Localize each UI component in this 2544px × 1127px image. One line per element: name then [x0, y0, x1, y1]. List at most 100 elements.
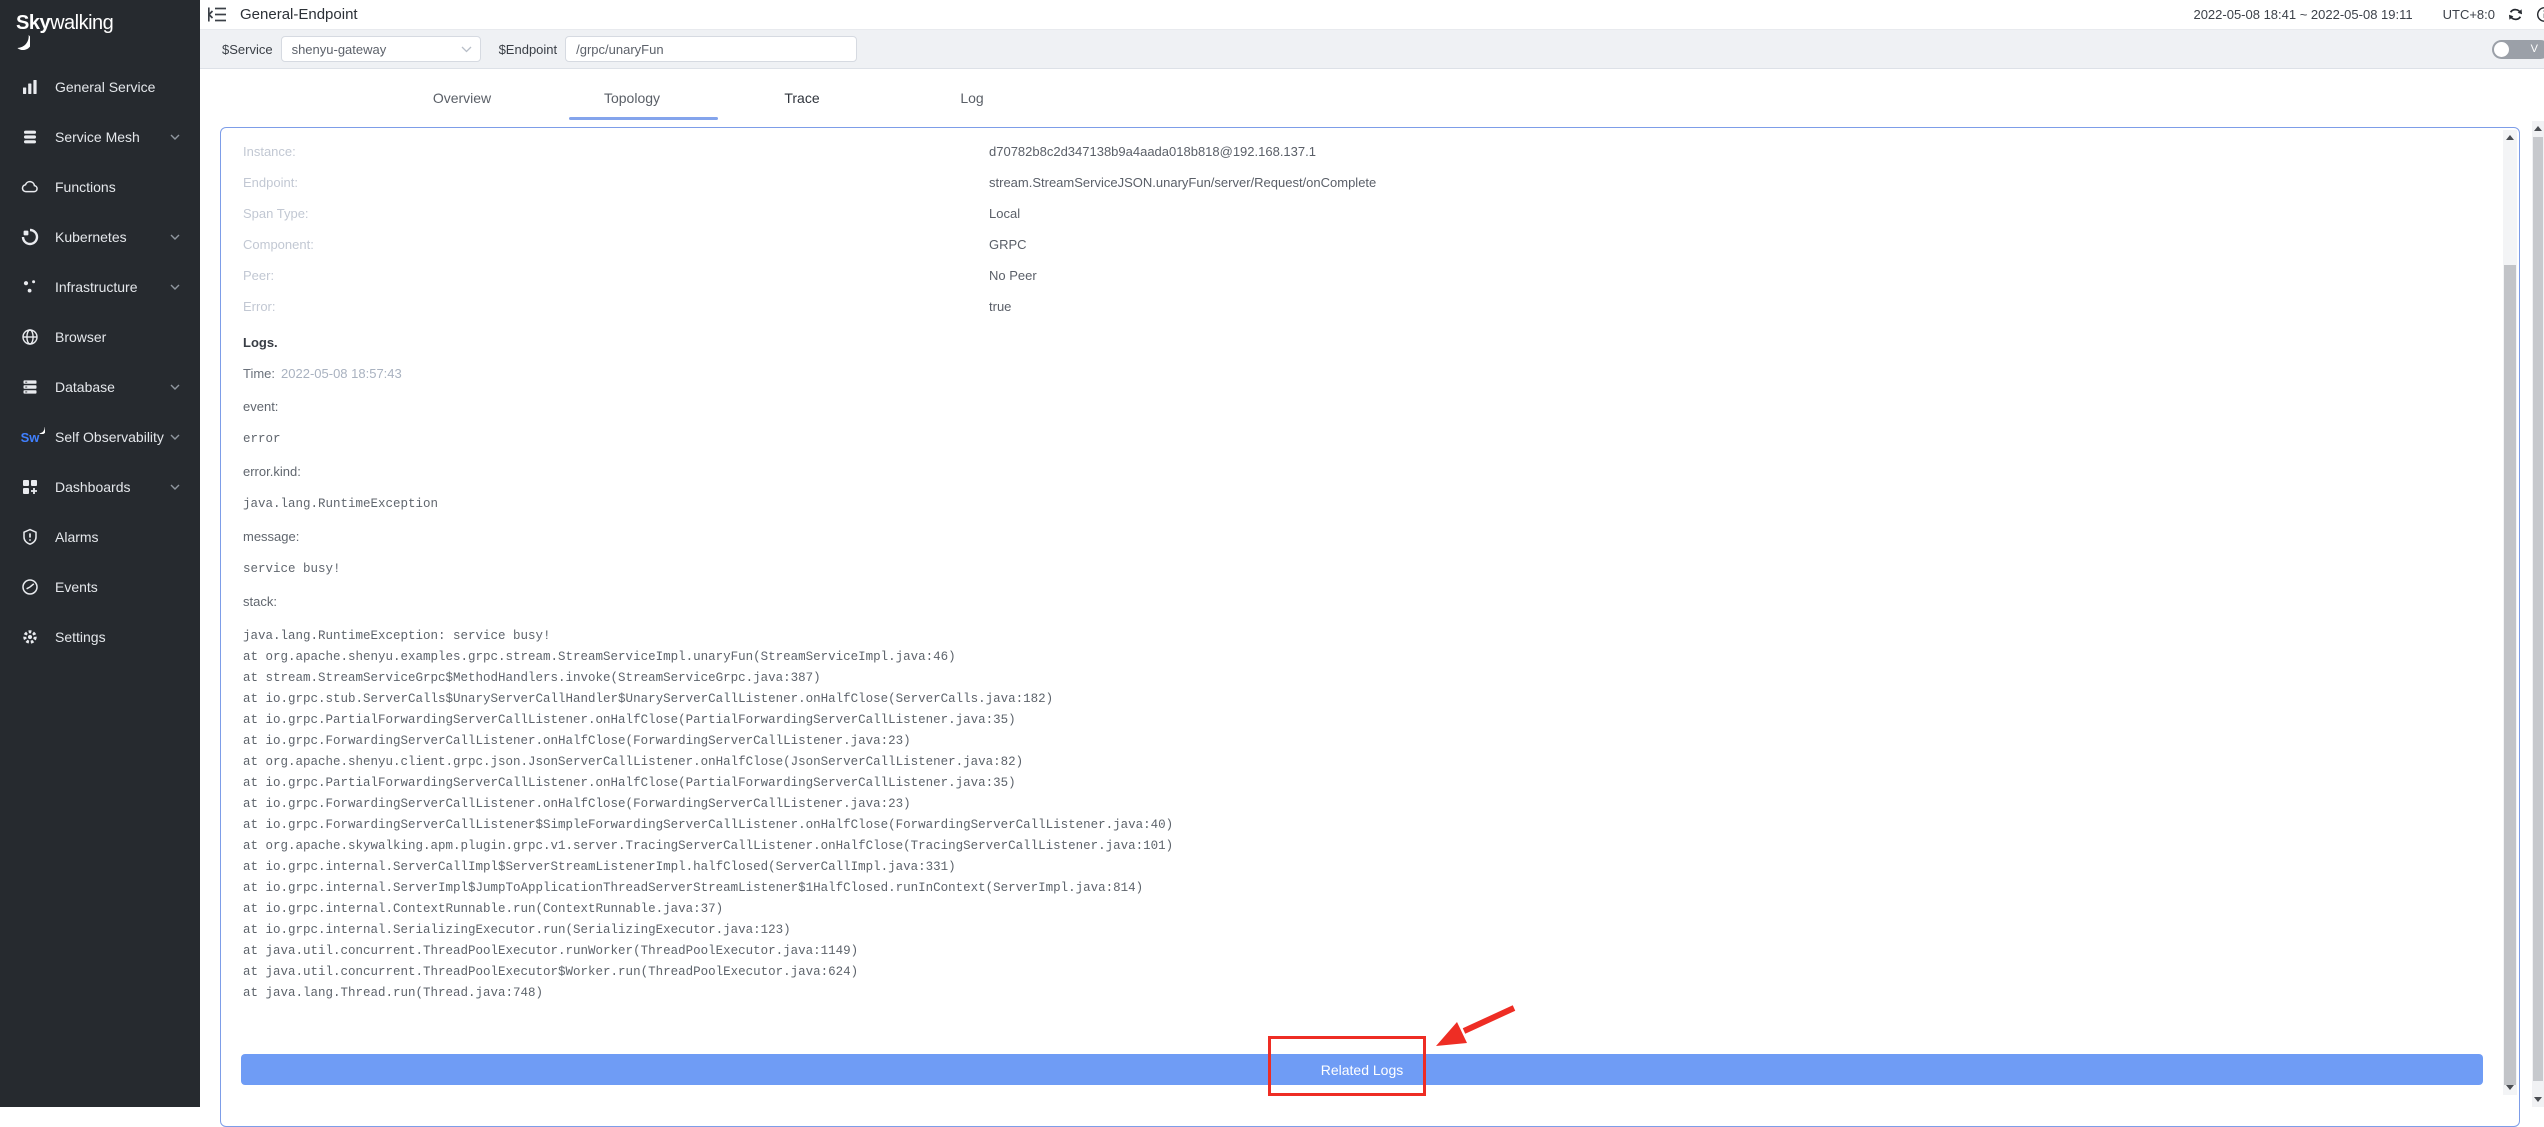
- field-label: Peer:: [243, 268, 989, 283]
- info-icon[interactable]: [2536, 6, 2544, 23]
- view-toggle[interactable]: V: [2492, 40, 2544, 59]
- time-range[interactable]: 2022-05-08 18:41 ~ 2022-05-08 19:11: [2193, 7, 2412, 22]
- sidebar-fold-icon[interactable]: [208, 7, 228, 23]
- stack-line: at org.apache.skywalking.apm.plugin.grpc…: [243, 836, 2459, 857]
- tab-log[interactable]: Log: [887, 69, 1057, 127]
- timezone[interactable]: UTC+8:0: [2443, 7, 2495, 22]
- log-entry-value: error: [243, 423, 2459, 455]
- chevron-down-icon: [170, 234, 180, 240]
- panel-scrollbar[interactable]: [2503, 130, 2517, 1095]
- scrollbar-thumb[interactable]: [2504, 265, 2516, 1085]
- sidebar-item-label: Events: [55, 579, 98, 595]
- database-icon: [20, 377, 40, 397]
- field-value: No Peer: [989, 268, 1037, 283]
- log-entry-value: service busy!: [243, 553, 2459, 585]
- log-entry-label: message:: [243, 520, 2459, 553]
- field-value: d70782b8c2d347138b9a4aada018b818@192.168…: [989, 144, 1316, 159]
- field-row-peer: Peer: No Peer: [243, 260, 2459, 291]
- scroll-down-button[interactable]: [2503, 1080, 2517, 1095]
- stack-line: at io.grpc.internal.ContextRunnable.run(…: [243, 899, 2459, 920]
- sidebar-item-label: Self Observability: [55, 429, 164, 445]
- sidebar-item-infrastructure[interactable]: Infrastructure: [0, 262, 200, 312]
- toggle-label: V: [2531, 43, 2538, 55]
- stack-line: at java.lang.Thread.run(Thread.java:748): [243, 983, 2459, 1004]
- sidebar-item-functions[interactable]: Functions: [0, 162, 200, 212]
- sidebar-nav: General Service Service Mesh Functions K…: [0, 62, 200, 662]
- variables-toolbar: $Service shenyu-gateway $Endpoint V: [200, 30, 2544, 69]
- dashboard-tabs: Overview Topology Trace Log: [200, 69, 2544, 127]
- sidebar-item-label: General Service: [55, 79, 155, 95]
- sidebar-item-service-mesh[interactable]: Service Mesh: [0, 112, 200, 162]
- stack-line: at java.util.concurrent.ThreadPoolExecut…: [243, 962, 2459, 983]
- stack-trace: java.lang.RuntimeException: service busy…: [243, 626, 2459, 1004]
- field-value: Local: [989, 206, 1020, 221]
- logo-text-secondary: walking: [50, 12, 113, 34]
- stack-line: at io.grpc.internal.SerializingExecutor.…: [243, 920, 2459, 941]
- sidebar-item-browser[interactable]: Browser: [0, 312, 200, 362]
- gear-icon: [20, 627, 40, 647]
- chevron-down-icon: [461, 46, 472, 53]
- sidebar-item-general-service[interactable]: General Service: [0, 62, 200, 112]
- layers-icon: [20, 127, 40, 147]
- sidebar-item-label: Dashboards: [55, 479, 131, 495]
- service-variable-label: $Service: [222, 42, 273, 57]
- sidebar-item-alarms[interactable]: Alarms: [0, 512, 200, 562]
- page-scrollbar[interactable]: [2532, 121, 2544, 1107]
- field-row-span-type: Span Type: Local: [243, 198, 2459, 229]
- logo-text-primary: Sky: [16, 12, 50, 34]
- sidebar-item-dashboards[interactable]: Dashboards: [0, 462, 200, 512]
- skywalking-logo: Skywalking: [0, 0, 200, 50]
- page-scroll-up-button[interactable]: [2532, 121, 2544, 136]
- service-select[interactable]: shenyu-gateway: [281, 36, 481, 62]
- log-time-label: Time:: [243, 366, 275, 381]
- kubernetes-icon: [20, 227, 40, 247]
- page-scrollbar-thumb[interactable]: [2533, 137, 2543, 1081]
- top-header: General-Endpoint 2022-05-08 18:41 ~ 2022…: [200, 0, 2544, 30]
- log-entry-value: java.lang.RuntimeException: [243, 488, 2459, 520]
- tab-trace[interactable]: Trace: [717, 69, 887, 127]
- trace-detail-panel: Instance: d70782b8c2d347138b9a4aada018b8…: [220, 127, 2520, 1127]
- field-value: stream.StreamServiceJSON.unaryFun/server…: [989, 175, 1376, 190]
- stack-line: at stream.StreamServiceGrpc$MethodHandle…: [243, 668, 2459, 689]
- sidebar-item-events[interactable]: Events: [0, 562, 200, 612]
- tab-overview[interactable]: Overview: [377, 69, 547, 127]
- refresh-icon[interactable]: [2507, 6, 2524, 23]
- scroll-up-button[interactable]: [2503, 130, 2517, 145]
- stack-line: at java.util.concurrent.ThreadPoolExecut…: [243, 941, 2459, 962]
- stack-line: java.lang.RuntimeException: service busy…: [243, 626, 2459, 647]
- sidebar-item-self-observability[interactable]: Sw Self Observability: [0, 412, 200, 462]
- dots-icon: [20, 277, 40, 297]
- stack-line: at io.grpc.ForwardingServerCallListener.…: [243, 794, 2459, 815]
- stack-label: stack:: [243, 585, 2459, 618]
- chevron-down-icon: [170, 434, 180, 440]
- page-scroll-down-button[interactable]: [2532, 1092, 2544, 1107]
- field-label: Component:: [243, 237, 989, 252]
- sidebar-item-label: Service Mesh: [55, 129, 140, 145]
- sidebar-item-label: Database: [55, 379, 115, 395]
- sidebar-item-database[interactable]: Database: [0, 362, 200, 412]
- globe-icon: [20, 327, 40, 347]
- log-entry-label: error.kind:: [243, 455, 2459, 488]
- crescent-icon: [17, 35, 30, 50]
- stack-line: at org.apache.shenyu.examples.grpc.strea…: [243, 647, 2459, 668]
- chevron-down-icon: [170, 484, 180, 490]
- field-label: Instance:: [243, 144, 989, 159]
- field-row-endpoint: Endpoint: stream.StreamServiceJSON.unary…: [243, 167, 2459, 198]
- sidebar-item-settings[interactable]: Settings: [0, 612, 200, 662]
- span-fields: Instance: d70782b8c2d347138b9a4aada018b8…: [243, 136, 2459, 322]
- sidebar: Skywalking General Service Service Mesh …: [0, 0, 200, 1107]
- field-value: GRPC: [989, 237, 1027, 252]
- field-row-error: Error: true: [243, 291, 2459, 322]
- endpoint-input[interactable]: [565, 36, 857, 62]
- stack-line: at io.grpc.internal.ServerImpl$JumpToApp…: [243, 878, 2459, 899]
- endpoint-variable-label: $Endpoint: [499, 42, 558, 57]
- log-time-row: Time:2022-05-08 18:57:43: [243, 358, 2459, 390]
- bar-chart-icon: [20, 77, 40, 97]
- field-label: Span Type:: [243, 206, 989, 221]
- log-entry-label: event:: [243, 390, 2459, 423]
- field-row-component: Component: GRPC: [243, 229, 2459, 260]
- sidebar-item-kubernetes[interactable]: Kubernetes: [0, 212, 200, 262]
- sidebar-item-label: Settings: [55, 629, 106, 645]
- related-logs-button[interactable]: Related Logs: [241, 1054, 2483, 1085]
- shield-alert-icon: [20, 527, 40, 547]
